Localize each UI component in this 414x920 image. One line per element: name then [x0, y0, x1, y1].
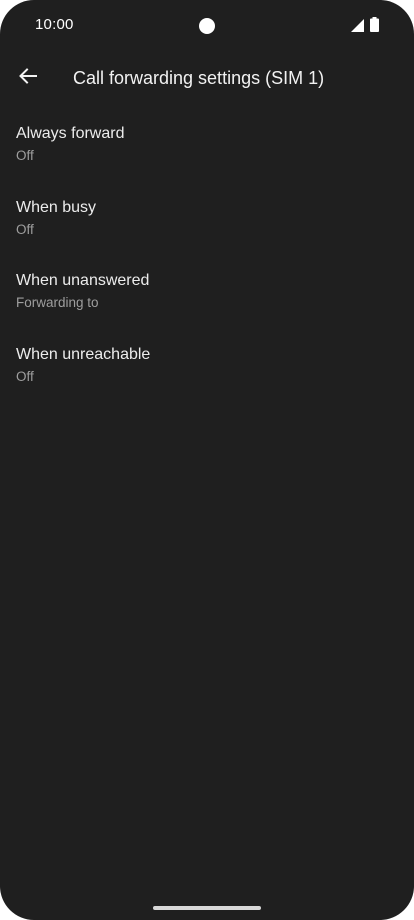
item-title: When unreachable — [16, 345, 151, 363]
item-title: When unanswered — [16, 272, 150, 289]
item-summary: Off — [16, 148, 34, 163]
when-busy-item[interactable]: When busy Off — [0, 184, 414, 258]
page-title: Call forwarding settings (SIM 1) — [73, 68, 325, 88]
item-summary: Forwarding to — [16, 295, 99, 310]
battery-icon — [370, 17, 379, 32]
phone-screen: 10:00 Call forwarding settings (SIM 1) A… — [0, 0, 414, 920]
item-title: Always forward — [16, 125, 125, 142]
status-time: 10:00 — [35, 16, 74, 33]
status-bar: 10:00 — [0, 0, 414, 52]
item-title: When busy — [16, 198, 97, 216]
arrow-back-icon — [19, 68, 37, 84]
when-unreachable-item[interactable]: When unreachable Off — [0, 331, 414, 405]
camera-cutout — [199, 18, 215, 34]
always-forward-item[interactable]: Always forward Off — [0, 110, 414, 184]
item-summary: Off — [16, 368, 34, 384]
gesture-navigation-handle[interactable] — [153, 906, 261, 910]
when-unanswered-item[interactable]: When unanswered Forwarding to — [0, 257, 414, 331]
signal-icon — [351, 19, 364, 32]
app-bar: Call forwarding settings (SIM 1) — [0, 52, 414, 108]
back-button[interactable] — [8, 56, 48, 96]
item-summary: Off — [16, 221, 34, 237]
settings-list: Always forward Off When busy Off When un… — [0, 110, 414, 404]
